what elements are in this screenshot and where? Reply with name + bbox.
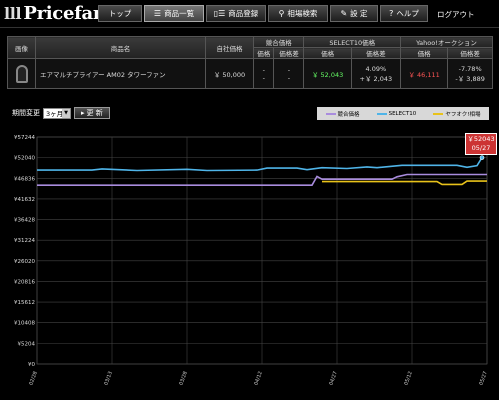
legend-item-yahoo[interactable]: ヤフオク!相場 xyxy=(433,110,480,118)
list-icon: ☰ xyxy=(153,9,162,18)
pricefan-logo[interactable]: lll Pricefan xyxy=(4,3,106,24)
legend-swatch-select10 xyxy=(376,112,387,115)
legend-swatch-yahoo xyxy=(433,112,444,115)
y-tick-label: ¥52040 xyxy=(14,156,35,162)
table-row[interactable]: エアマルチプライアー AM02 タワーファン ￥ 50,000 -- -- ￥ … xyxy=(7,58,493,89)
search-icon: ⚲ xyxy=(278,9,285,18)
product-thumbnail-cell xyxy=(7,58,36,89)
nav-help[interactable]: ? ヘルプ xyxy=(380,5,428,22)
th-yahoo-diff: 価格差 xyxy=(447,47,493,59)
nav-help-label: ヘルプ xyxy=(396,9,419,18)
chevron-down-icon: ▼ xyxy=(62,108,70,118)
y-tick-label: ¥46836 xyxy=(14,176,35,182)
logout-link[interactable]: ログアウト xyxy=(437,9,475,20)
period-label: 期間変更 xyxy=(12,109,40,117)
product-thumbnail[interactable] xyxy=(15,64,28,83)
th-select10-diff: 価格差 xyxy=(350,47,401,59)
y-tick-label: ¥31224 xyxy=(14,238,35,244)
nav-product-list[interactable]: ☰ 商品一覧 xyxy=(144,5,204,22)
nav-settings[interactable]: ✎ 設 定 xyxy=(330,5,378,22)
y-tick-label: ¥57244 xyxy=(14,135,35,141)
help-icon: ? xyxy=(389,9,394,18)
period-controls: 期間変更 3ヶ月 ▼ ▸ 更 新 xyxy=(12,107,110,119)
legend-item-competitor[interactable]: 競合価格 xyxy=(325,110,360,118)
period-select-value: 3ヶ月 xyxy=(46,109,64,118)
x-tick-label: 03/13 xyxy=(103,371,114,387)
yahoo-diff-cell: -7.78% -￥ 3,889 xyxy=(447,58,493,89)
yahoo-diff: -￥ 3,889 xyxy=(455,74,485,83)
period-select[interactable]: 3ヶ月 ▼ xyxy=(43,107,71,119)
x-tick-label: 02/28 xyxy=(28,371,39,387)
x-tick-label: 04/12 xyxy=(253,371,264,387)
nav-product-register[interactable]: ▯☰ 商品登録 xyxy=(206,5,266,22)
legend-label-select10: SELECT10 xyxy=(388,110,417,117)
wrench-icon: ✎ xyxy=(340,9,348,18)
main-nav: トップ ☰ 商品一覧 ▯☰ 商品登録 ⚲ 相場検索 ✎ 設 定 ? ヘルプ xyxy=(98,5,428,22)
nav-top[interactable]: トップ xyxy=(98,5,142,22)
nav-product-list-label: 商品一覧 xyxy=(164,9,195,18)
y-tick-label: ¥15612 xyxy=(14,300,35,306)
x-tick-label: 05/27 xyxy=(478,371,489,387)
nav-market-search-label: 相場検索 xyxy=(287,9,318,18)
price-chart: ¥0 ¥5204 ¥10408 ¥15612 ¥20816 ¥26020 ¥31224 ¥36… xyxy=(14,135,489,387)
select10-diff-cell: 4.09% +￥ 2,043 xyxy=(350,58,401,89)
y-tick-label: ¥36428 xyxy=(14,218,35,224)
nav-product-register-label: 商品登録 xyxy=(228,9,259,18)
select10-diff: +￥ 2,043 xyxy=(359,74,393,83)
competitor-price: - xyxy=(262,65,265,74)
header-bar: lll Pricefan トップ ☰ 商品一覧 ▯☰ 商品登録 ⚲ 相場検索 ✎ 設 定 … xyxy=(0,0,499,28)
y-tick-label: ¥5204 xyxy=(18,341,36,347)
legend-label-competitor: 競合価格 xyxy=(337,111,360,118)
product-name[interactable]: エアマルチプライアー AM02 タワーファン xyxy=(35,58,206,89)
update-button[interactable]: ▸ 更 新 xyxy=(74,107,110,119)
legend-item-select10[interactable]: SELECT10 xyxy=(376,110,417,117)
th-competitor-diff: 価格差 xyxy=(273,47,305,59)
tooltip-price: ￥52043 xyxy=(467,135,495,143)
nav-top-label: トップ xyxy=(108,9,132,18)
x-tick-label: 03/28 xyxy=(178,371,189,387)
nav-settings-label: 設 定 xyxy=(350,9,368,18)
highlight-point xyxy=(479,155,485,160)
competitor-diff: - xyxy=(287,65,291,74)
x-tick-label: 05/12 xyxy=(403,371,414,387)
th-yahoo-price: 価格 xyxy=(399,47,449,59)
logo-mark: lll xyxy=(4,4,22,23)
y-tick-label: ¥20816 xyxy=(14,279,35,285)
competitor-diff-sub: - xyxy=(287,73,291,82)
th-select10-price: 価格 xyxy=(303,47,352,59)
chart-legend: 競合価格 SELECT10 ヤフオク!相場 xyxy=(317,107,489,120)
own-price: ￥ 50,000 xyxy=(205,58,254,89)
th-competitor: 競合価格 xyxy=(252,36,305,48)
legend-swatch-competitor xyxy=(325,112,336,115)
th-image: 画像 xyxy=(7,36,36,59)
product-table: 画像 商品名 自社価格 競合価格 SELECT10価格 Yahoo!オークション… xyxy=(7,36,494,89)
competitor-price-sub: - xyxy=(262,73,265,82)
competitor-price-cell: -- xyxy=(252,58,275,89)
competitor-diff-cell: -- xyxy=(273,58,305,89)
y-tick-label: ¥26020 xyxy=(14,259,35,265)
th-select10: SELECT10価格 xyxy=(303,36,401,48)
select10-pct: 4.09% xyxy=(365,64,387,73)
logo-text: Pricefan xyxy=(23,3,106,24)
yahoo-price: ￥ 46,111 xyxy=(399,58,449,89)
th-competitor-price: 価格 xyxy=(252,47,275,59)
register-icon: ▯☰ xyxy=(213,9,226,18)
table-header-row: 画像 商品名 自社価格 競合価格 SELECT10価格 Yahoo!オークション xyxy=(7,36,494,59)
th-yahoo: Yahoo!オークション xyxy=(399,36,494,48)
y-tick-label: ¥10408 xyxy=(14,321,35,327)
tooltip-date: 05/27 xyxy=(471,144,491,152)
y-tick-label: ¥0 xyxy=(28,362,35,368)
y-tick-label: ¥41632 xyxy=(14,197,35,203)
x-tick-label: 04/27 xyxy=(328,371,339,387)
legend-label-yahoo: ヤフオク!相場 xyxy=(445,111,481,118)
yahoo-pct: -7.78% xyxy=(458,64,482,73)
nav-market-search[interactable]: ⚲ 相場検索 xyxy=(268,5,328,22)
update-button-label: 更 新 xyxy=(86,109,103,117)
th-own-price: 自社価格 xyxy=(205,36,254,59)
th-name: 商品名 xyxy=(35,36,206,59)
select10-price: ￥ 52,043 xyxy=(303,58,352,89)
play-icon: ▸ xyxy=(81,109,85,117)
chart-tooltip: ￥52043 05/27 xyxy=(465,133,497,155)
